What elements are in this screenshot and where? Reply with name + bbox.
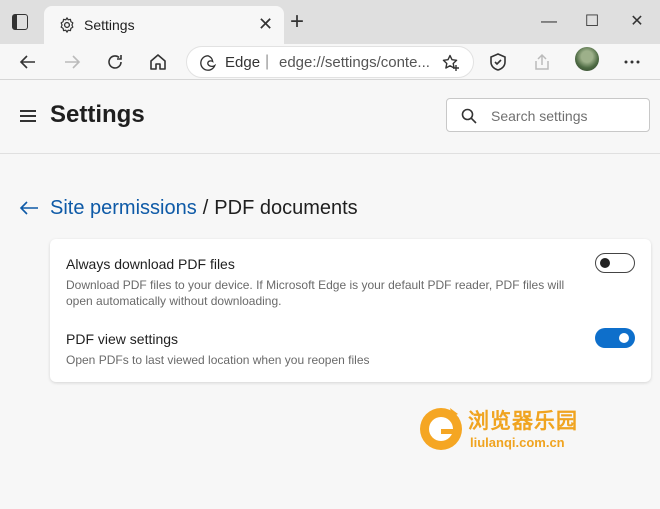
always-download-toggle[interactable] bbox=[595, 253, 635, 273]
settings-header: Settings bbox=[0, 80, 660, 154]
edge-logo-icon bbox=[200, 55, 217, 71]
share-icon[interactable] bbox=[530, 50, 554, 74]
profile-avatar[interactable] bbox=[575, 47, 599, 71]
pdf-settings-card: Always download PDF files Download PDF f… bbox=[50, 239, 651, 382]
search-icon bbox=[461, 108, 477, 124]
more-options-icon[interactable] bbox=[620, 50, 644, 74]
always-download-description: Download PDF files to your device. If Mi… bbox=[66, 278, 565, 308]
search-box[interactable] bbox=[446, 98, 650, 132]
watermark: 浏览器乐园 liulanqi.com.cn bbox=[418, 403, 618, 455]
add-favorite-icon[interactable] bbox=[441, 53, 461, 73]
address-url[interactable]: edge://settings/conte... bbox=[279, 54, 430, 71]
forward-icon[interactable] bbox=[60, 50, 84, 74]
gear-icon bbox=[60, 17, 74, 33]
menu-icon[interactable] bbox=[20, 110, 36, 122]
tab-bar: Settings ✕ + — ☐ ✕ bbox=[0, 0, 660, 44]
breadcrumb-site-permissions-link[interactable]: Site permissions bbox=[50, 197, 197, 220]
back-arrow-icon[interactable] bbox=[18, 197, 40, 219]
tab-settings[interactable]: Settings ✕ bbox=[44, 6, 284, 44]
page-title: Settings bbox=[50, 101, 145, 128]
always-download-title: Always download PDF files bbox=[66, 256, 235, 272]
breadcrumb: Site permissions / PDF documents bbox=[18, 194, 358, 222]
home-icon[interactable] bbox=[146, 50, 170, 74]
search-input[interactable] bbox=[491, 105, 641, 127]
back-icon[interactable] bbox=[16, 50, 40, 74]
refresh-icon[interactable] bbox=[103, 50, 127, 74]
pdf-view-settings-toggle[interactable] bbox=[595, 328, 635, 348]
minimize-icon[interactable]: — bbox=[537, 10, 561, 34]
breadcrumb-separator: / bbox=[202, 196, 209, 219]
address-bar[interactable]: Edge | edge://settings/conte... bbox=[186, 46, 474, 78]
close-tab-icon[interactable]: ✕ bbox=[258, 14, 273, 34]
browser-essentials-icon[interactable] bbox=[486, 50, 510, 74]
watermark-logo-icon bbox=[420, 408, 462, 450]
watermark-text-cn: 浏览器乐园 bbox=[468, 410, 578, 433]
maximize-icon[interactable]: ☐ bbox=[580, 10, 604, 34]
address-site-label: Edge bbox=[225, 54, 261, 71]
toolbar: Edge | edge://settings/conte... bbox=[0, 44, 660, 80]
pdf-view-settings-title: PDF view settings bbox=[66, 331, 179, 347]
breadcrumb-current: PDF documents bbox=[214, 196, 358, 219]
toggle-knob bbox=[600, 258, 610, 268]
tab-title: Settings bbox=[84, 17, 135, 33]
close-window-icon[interactable]: ✕ bbox=[625, 10, 649, 34]
address-separator: | bbox=[265, 53, 270, 70]
tab-actions-icon[interactable] bbox=[12, 14, 28, 30]
toggle-knob bbox=[619, 333, 629, 343]
pdf-view-settings-description: Open PDFs to last viewed location when y… bbox=[66, 353, 370, 367]
watermark-text-en: liulanqi.com.cn bbox=[470, 435, 565, 450]
new-tab-icon[interactable]: + bbox=[290, 10, 304, 34]
